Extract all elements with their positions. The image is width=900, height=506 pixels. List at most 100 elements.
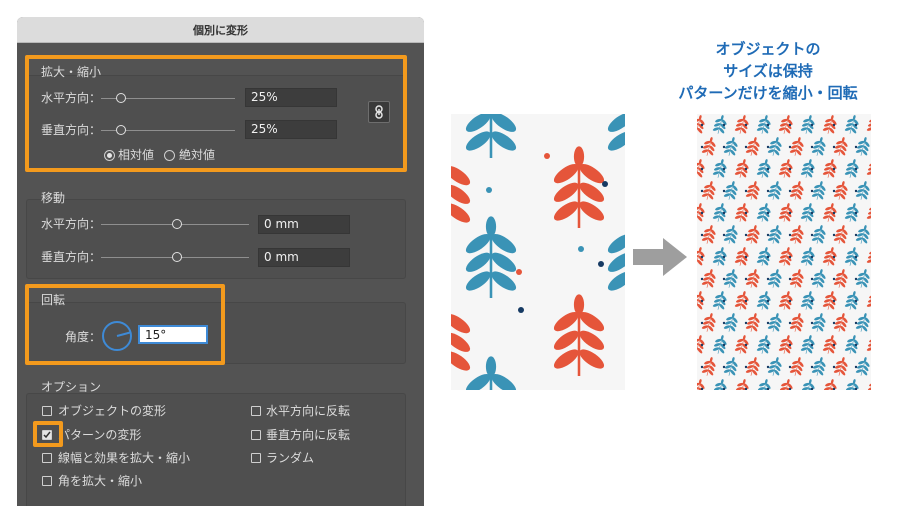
leaf-sprig bbox=[822, 159, 837, 178]
pattern-dot bbox=[744, 365, 748, 369]
pattern-dot bbox=[700, 167, 704, 171]
leaf-sprig bbox=[767, 137, 782, 156]
leaf-sprig bbox=[723, 225, 738, 244]
leaf-sprig bbox=[701, 225, 716, 244]
move-vertical-slider-knob[interactable] bbox=[172, 252, 182, 262]
leaf-sprig bbox=[833, 357, 848, 376]
leaf-sprig bbox=[778, 203, 793, 222]
pattern-dot bbox=[700, 277, 704, 281]
pattern-dot bbox=[700, 189, 704, 193]
pattern-dot bbox=[722, 167, 726, 171]
leaf-sprig bbox=[607, 114, 625, 151]
pattern-dot bbox=[744, 211, 748, 215]
pattern-dot bbox=[854, 343, 858, 347]
reflect-horizontal-checkbox[interactable] bbox=[251, 406, 261, 416]
leaf-sprig bbox=[723, 137, 738, 156]
pattern-dot bbox=[810, 365, 814, 369]
move-group bbox=[26, 199, 406, 279]
pattern-dot bbox=[832, 189, 836, 193]
pattern-dot bbox=[722, 211, 726, 215]
scale-corners-checkbox[interactable] bbox=[42, 476, 52, 486]
large-leaf-pattern bbox=[451, 114, 625, 390]
pattern-dot bbox=[744, 189, 748, 193]
leaf-sprig bbox=[607, 233, 625, 291]
random-checkbox[interactable] bbox=[251, 453, 261, 463]
pattern-dot bbox=[788, 255, 792, 259]
pattern-dot bbox=[744, 343, 748, 347]
leaf-sprig bbox=[745, 181, 760, 200]
reflect-vertical-checkbox[interactable] bbox=[251, 430, 261, 440]
leaf-sprig bbox=[822, 335, 837, 354]
pattern-dot bbox=[766, 145, 770, 149]
leaf-sprig bbox=[756, 159, 771, 178]
leaf-sprig bbox=[822, 291, 837, 310]
leaf-sprig bbox=[734, 335, 749, 354]
move-horizontal-input[interactable]: 0 mm bbox=[258, 215, 350, 234]
pattern-dot bbox=[832, 233, 836, 237]
move-vertical-input[interactable]: 0 mm bbox=[258, 248, 350, 267]
pattern-dot bbox=[854, 167, 858, 171]
pattern-dot bbox=[810, 321, 814, 325]
leaf-sprig bbox=[778, 247, 793, 266]
small-rotated-leaf-pattern bbox=[697, 115, 871, 390]
leaf-sprig bbox=[735, 379, 749, 390]
leaf-sprig bbox=[745, 313, 760, 332]
leaf-sprig bbox=[757, 379, 771, 390]
pattern-dot bbox=[832, 123, 836, 127]
scale-corners-label: 角を拡大・縮小 bbox=[58, 474, 143, 488]
pattern-dot bbox=[832, 321, 836, 325]
transform-objects-checkbox[interactable] bbox=[42, 406, 52, 416]
leaf-sprig bbox=[845, 379, 859, 390]
pattern-dot bbox=[722, 277, 726, 281]
pattern-dot bbox=[744, 145, 748, 149]
pattern-dot bbox=[854, 277, 858, 281]
pattern-dot bbox=[832, 255, 836, 259]
pattern-dot bbox=[700, 123, 704, 127]
leaf-sprig bbox=[844, 247, 859, 266]
caption-line-2: サイズは保持 bbox=[723, 62, 813, 80]
pattern-dot bbox=[810, 145, 814, 149]
pattern-dot bbox=[788, 365, 792, 369]
leaf-sprig bbox=[844, 203, 859, 222]
dialog-titlebar: 個別に変形 bbox=[17, 17, 424, 43]
leaf-sprig bbox=[723, 313, 738, 332]
pattern-dot bbox=[766, 343, 770, 347]
leaf-sprig bbox=[833, 269, 848, 288]
leaf-sprig bbox=[801, 379, 815, 390]
leaf-sprig bbox=[723, 181, 738, 200]
leaf-sprig bbox=[712, 159, 727, 178]
pattern-dot bbox=[700, 365, 704, 369]
rotate-highlight-frame bbox=[25, 284, 225, 365]
move-vertical-label: 垂直方向： bbox=[41, 250, 102, 264]
pattern-dot bbox=[766, 277, 770, 281]
pattern-dot bbox=[854, 255, 858, 259]
move-horizontal-slider-knob[interactable] bbox=[172, 219, 182, 229]
leaf-sprig bbox=[465, 216, 517, 299]
pattern-dot bbox=[788, 299, 792, 303]
leaf-sprig bbox=[866, 206, 871, 219]
scale-strokes-effects-checkbox[interactable] bbox=[42, 453, 52, 463]
pattern-dot bbox=[766, 189, 770, 193]
pattern-dot bbox=[486, 187, 492, 193]
leaf-sprig bbox=[778, 159, 793, 178]
leaf-sprig bbox=[866, 338, 871, 351]
pattern-dot bbox=[810, 233, 814, 237]
leaf-sprig bbox=[811, 313, 826, 332]
leaf-sprig bbox=[800, 115, 815, 134]
pattern-dot bbox=[766, 167, 770, 171]
leaf-sprig bbox=[822, 203, 837, 222]
leaf-sprig bbox=[844, 335, 859, 354]
pattern-dot bbox=[766, 365, 770, 369]
pattern-dot bbox=[700, 321, 704, 325]
pattern-dot bbox=[722, 343, 726, 347]
leaf-sprig bbox=[767, 313, 782, 332]
leaf-sprig bbox=[756, 115, 771, 134]
pattern-dot bbox=[722, 189, 726, 193]
leaf-sprig bbox=[789, 269, 804, 288]
pattern-dot bbox=[722, 233, 726, 237]
random-label: ランダム bbox=[266, 451, 315, 465]
pattern-dot bbox=[788, 189, 792, 193]
leaf-sprig bbox=[833, 313, 848, 332]
pattern-dot bbox=[854, 299, 858, 303]
leaf-sprig bbox=[756, 335, 771, 354]
